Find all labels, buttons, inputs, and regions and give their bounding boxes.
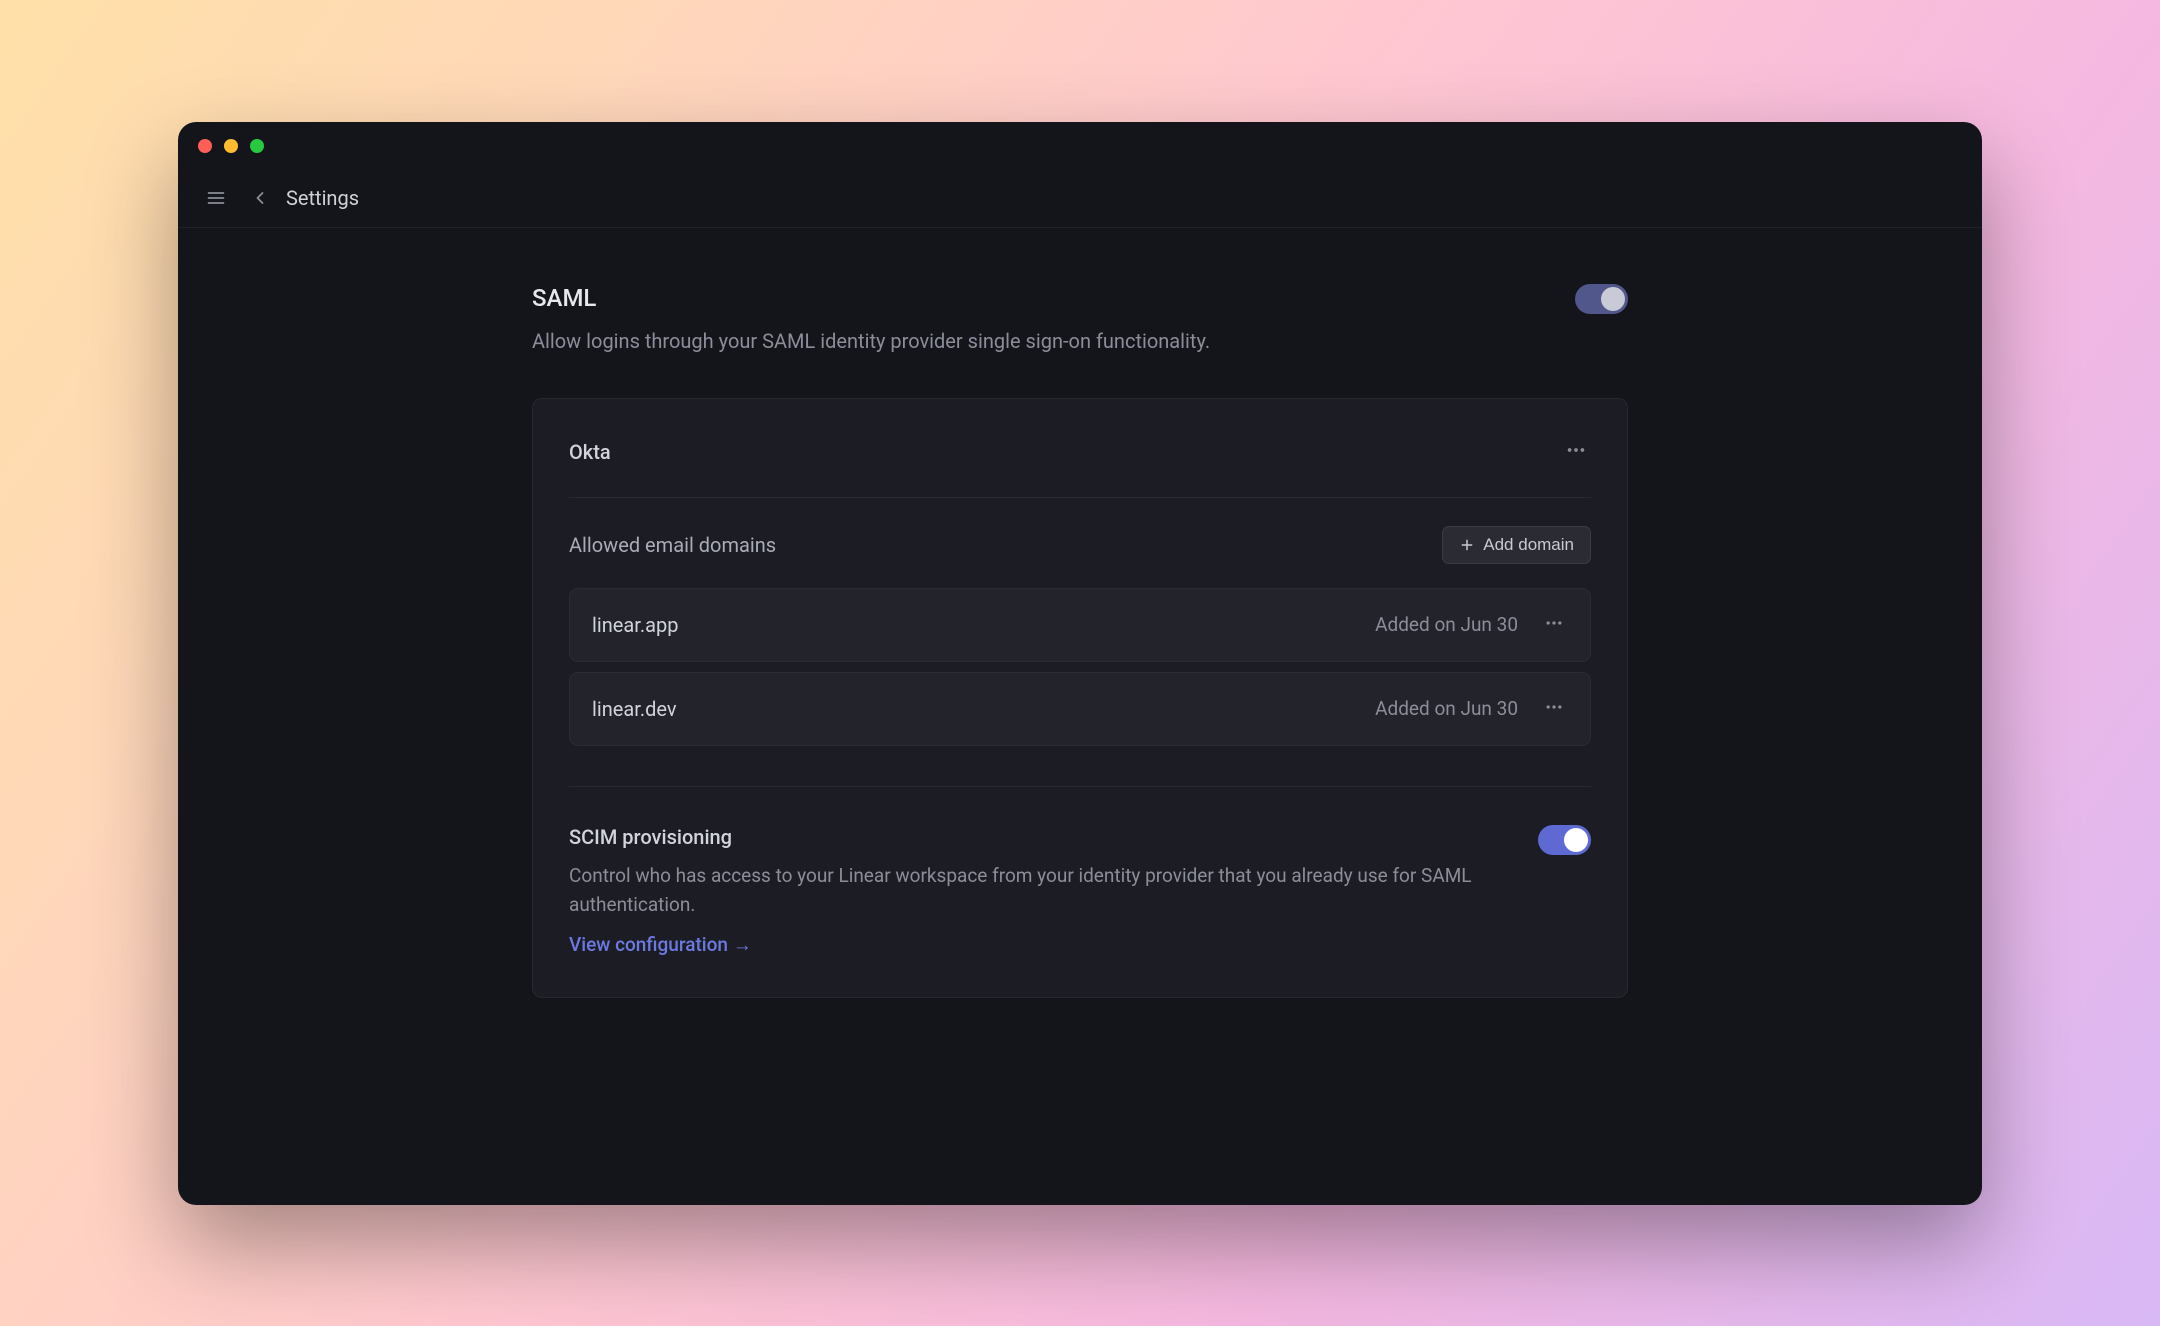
back-button[interactable] — [246, 184, 274, 212]
domain-more-button[interactable] — [1540, 693, 1568, 725]
window-titlebar — [178, 122, 1982, 170]
provider-more-button[interactable] — [1561, 435, 1591, 469]
domain-name: linear.dev — [592, 697, 1375, 721]
domain-more-button[interactable] — [1540, 609, 1568, 641]
scim-title: SCIM provisioning — [569, 825, 1498, 849]
domain-row: linear.dev Added on Jun 30 — [569, 672, 1591, 746]
domains-header: Allowed email domains Add domain — [569, 526, 1591, 564]
scim-section: SCIM provisioning Control who has access… — [569, 786, 1591, 958]
more-horizontal-icon — [1544, 697, 1564, 717]
domain-name: linear.app — [592, 613, 1375, 637]
plus-icon — [1459, 537, 1475, 553]
window-minimize-button[interactable] — [224, 139, 238, 153]
scim-view-configuration-link[interactable]: View configuration → — [569, 933, 752, 956]
domain-row: linear.app Added on Jun 30 — [569, 588, 1591, 662]
provider-row: Okta — [569, 435, 1591, 498]
app-window: Settings SAML Allow logins through your … — [178, 122, 1982, 1205]
toggle-knob — [1564, 828, 1588, 852]
add-domain-label: Add domain — [1483, 535, 1574, 555]
domain-added-date: Added on Jun 30 — [1375, 613, 1518, 636]
scim-description: Control who has access to your Linear wo… — [569, 861, 1498, 920]
window-close-button[interactable] — [198, 139, 212, 153]
domain-added-date: Added on Jun 30 — [1375, 697, 1518, 720]
sidebar-toggle-button[interactable] — [202, 184, 230, 212]
saml-header: SAML Allow logins through your SAML iden… — [532, 284, 1628, 356]
saml-description: Allow logins through your SAML identity … — [532, 326, 1575, 356]
saml-toggle[interactable] — [1575, 284, 1628, 314]
add-domain-button[interactable]: Add domain — [1442, 526, 1591, 564]
window-maximize-button[interactable] — [250, 139, 264, 153]
provider-name: Okta — [569, 440, 611, 464]
saml-card: Okta Allowed email domains Add domain li… — [532, 398, 1628, 999]
domains-label: Allowed email domains — [569, 533, 776, 557]
page-title: Settings — [286, 186, 359, 210]
more-horizontal-icon — [1544, 613, 1564, 633]
toggle-knob — [1601, 287, 1625, 311]
toolbar: Settings — [178, 170, 1982, 228]
saml-title: SAML — [532, 284, 1575, 312]
more-horizontal-icon — [1565, 439, 1587, 461]
content-area: SAML Allow logins through your SAML iden… — [178, 228, 1982, 1205]
scim-toggle[interactable] — [1538, 825, 1591, 855]
